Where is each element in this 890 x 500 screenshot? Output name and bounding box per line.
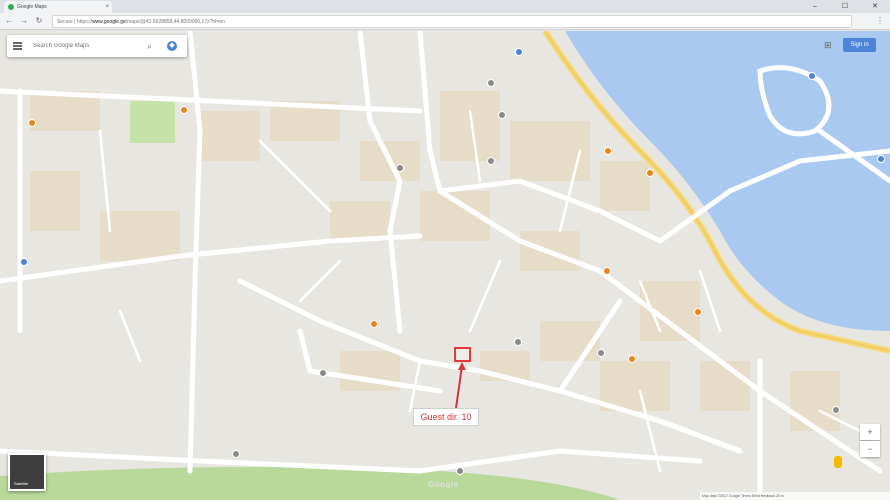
back-arrow-icon[interactable]: ←: [3, 15, 15, 27]
poi-marker[interactable]: [646, 169, 654, 177]
poi-marker[interactable]: [396, 164, 404, 172]
poi-marker[interactable]: [370, 320, 378, 328]
map-search-box: ⌕ ◆: [7, 35, 187, 57]
browser-tab[interactable]: Google Maps ×: [4, 1, 112, 13]
tab-close-icon[interactable]: ×: [105, 3, 109, 11]
park-area: [130, 101, 175, 143]
maximize-button[interactable]: ☐: [830, 0, 860, 13]
satellite-toggle-button[interactable]: Satellite: [8, 453, 46, 491]
browser-menu-icon[interactable]: ⋮: [876, 16, 884, 25]
url-prefix: Secure | https://: [57, 19, 92, 25]
satellite-label: Satellite: [14, 481, 29, 486]
sign-in-button[interactable]: Sign in: [843, 38, 876, 52]
minimize-button[interactable]: –: [800, 0, 830, 13]
window-controls: – ☐ ✕: [800, 0, 890, 13]
directions-icon[interactable]: ◆: [167, 41, 177, 51]
guest-house-label: Guest dir. 10: [413, 408, 479, 426]
zoom-in-button[interactable]: +: [860, 424, 880, 440]
search-input[interactable]: [33, 39, 143, 53]
poi-marker[interactable]: [877, 155, 885, 163]
poi-marker[interactable]: [832, 406, 840, 414]
map-graphics: [0, 31, 890, 500]
address-bar[interactable]: Secure | https://www.google.ge/maps/@41.…: [52, 15, 852, 28]
search-icon[interactable]: ⌕: [147, 40, 152, 52]
url-host: www.google.ge: [91, 19, 126, 25]
poi-marker[interactable]: [232, 450, 240, 458]
street-view-pegman-icon[interactable]: [834, 456, 842, 468]
browser-tabbar: Google Maps × – ☐ ✕: [0, 0, 890, 13]
forward-arrow-icon[interactable]: →: [18, 15, 30, 27]
poi-marker[interactable]: [487, 79, 495, 87]
maps-favicon-icon: [8, 4, 14, 10]
poi-marker[interactable]: [514, 338, 522, 346]
poi-marker[interactable]: [515, 48, 523, 56]
map-attribution: Map data ©2017 Google Terms Send feedbac…: [700, 492, 890, 500]
google-logo: Google: [428, 480, 459, 489]
url-path: /maps/@41.6928858,44.8009096,17z?hl=en: [125, 19, 225, 25]
close-window-button[interactable]: ✕: [860, 0, 890, 13]
map-canvas[interactable]: [0, 31, 890, 500]
poi-marker[interactable]: [498, 111, 506, 119]
poi-marker[interactable]: [28, 119, 36, 127]
tab-title: Google Maps: [17, 4, 47, 10]
poi-marker[interactable]: [487, 157, 495, 165]
menu-icon[interactable]: [13, 42, 22, 50]
poi-marker[interactable]: [808, 72, 816, 80]
poi-marker[interactable]: [319, 369, 327, 377]
poi-marker[interactable]: [604, 147, 612, 155]
poi-marker[interactable]: [180, 106, 188, 114]
apps-grid-icon[interactable]: ⊞: [824, 40, 832, 51]
poi-marker[interactable]: [597, 349, 605, 357]
browser-toolbar: ← → ↻ Secure | https://www.google.ge/map…: [0, 13, 890, 30]
annotation-arrow-icon: [455, 362, 466, 409]
zoom-out-button[interactable]: −: [860, 441, 880, 457]
poi-marker[interactable]: [603, 267, 611, 275]
poi-marker[interactable]: [628, 355, 636, 363]
poi-marker[interactable]: [694, 308, 702, 316]
reload-icon[interactable]: ↻: [33, 15, 45, 27]
zoom-controls: + −: [860, 424, 882, 458]
poi-marker[interactable]: [456, 467, 464, 475]
poi-marker[interactable]: [20, 258, 28, 266]
